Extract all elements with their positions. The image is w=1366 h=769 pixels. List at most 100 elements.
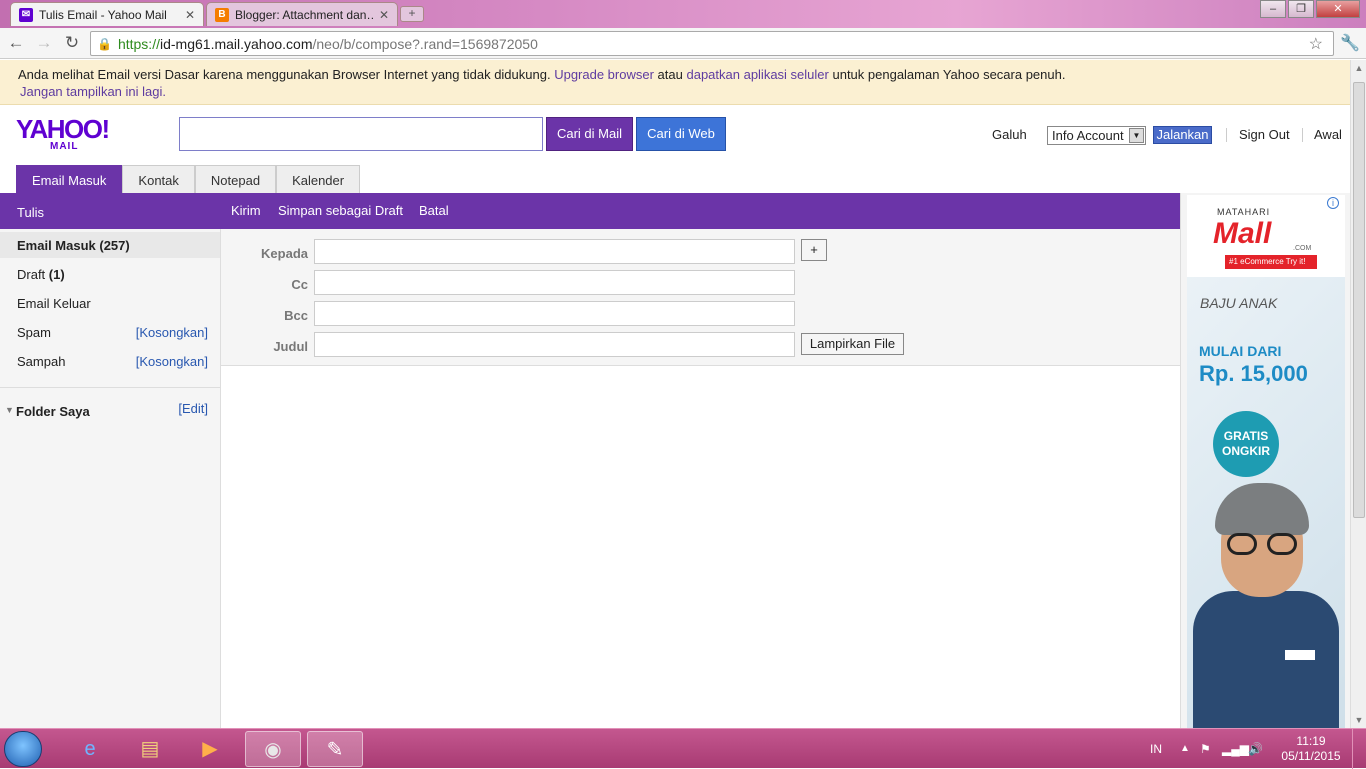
info-icon[interactable]: i [1327, 197, 1339, 209]
browser-titlebar: ✉ Tulis Email - Yahoo Mail ✕ B Blogger: … [0, 0, 1366, 28]
page-scrollbar[interactable]: ▲ ▼ [1350, 60, 1366, 728]
home-link[interactable]: Awal [1314, 125, 1342, 145]
subject-input[interactable] [314, 332, 795, 357]
internet-explorer-icon[interactable]: e [62, 731, 118, 767]
wrench-menu-icon[interactable]: 🔧 [1340, 33, 1360, 53]
lock-icon: 🔒 [97, 36, 112, 51]
compose-button[interactable]: Tulis [17, 205, 44, 220]
tab-title: Tulis Email - Yahoo Mail [39, 7, 167, 22]
mobile-app-link[interactable]: dapatkan aplikasi seluler [686, 67, 828, 82]
account-select[interactable]: Info Account ▼ [1047, 126, 1146, 145]
address-bar[interactable]: 🔒 https:// id-mg61.mail.yahoo.com /neo/b… [90, 31, 1334, 56]
file-explorer-icon[interactable]: ▤ [122, 731, 178, 767]
reload-icon[interactable]: ↻ [61, 33, 83, 53]
upgrade-browser-link[interactable]: Upgrade browser [554, 67, 654, 82]
url-path: /neo/b/compose?.rand=1569872050 [312, 35, 538, 52]
browser-tab-yahoo-mail[interactable]: ✉ Tulis Email - Yahoo Mail ✕ [10, 2, 204, 26]
folder-sidebar: Email Masuk (257) Draft (1) Email Keluar… [0, 229, 221, 728]
search-web-button[interactable]: Cari di Web [636, 117, 726, 151]
tab-inbox[interactable]: Email Masuk [16, 165, 123, 193]
ad-promo-line: GRATIS [1223, 429, 1269, 443]
to-label: Kepada [261, 246, 308, 261]
user-name[interactable]: Galuh [992, 125, 1027, 145]
folder-sent[interactable]: Email Keluar [17, 296, 91, 311]
windows-taskbar: e ▤ ▶ ◉ ✎ IN ▲ ⚑ ▂▄▆ 🔊 11:19 05/11/2015 [0, 728, 1366, 769]
yahoo-mail-logo[interactable]: YAHOO! MAIL [16, 116, 116, 152]
draft-count: (1) [48, 267, 65, 282]
cancel-button[interactable]: Batal [419, 203, 449, 218]
ad-header: MATAHARI Mall .COM #1 eCommerce Try it! … [1187, 195, 1345, 277]
signal-icon[interactable]: ▂▄▆ [1222, 729, 1249, 769]
go-button[interactable]: Jalankan [1153, 126, 1212, 144]
show-desktop-button[interactable] [1352, 729, 1366, 769]
back-arrow-icon[interactable]: ← [5, 33, 27, 53]
edit-folders-link[interactable]: [Edit] [178, 401, 208, 416]
forward-arrow-icon[interactable]: → [33, 33, 55, 53]
account-select-value: Info Account [1052, 128, 1124, 143]
bcc-input[interactable] [314, 301, 795, 326]
send-button[interactable]: Kirim [231, 203, 261, 218]
show-hidden-icons[interactable]: ▲ [1180, 729, 1190, 769]
chevron-down-icon[interactable]: ▼ [1129, 128, 1144, 143]
message-body-editor[interactable] [221, 366, 1180, 728]
close-icon[interactable]: ✕ [379, 8, 389, 22]
tab-contacts[interactable]: Kontak [122, 165, 195, 193]
cc-label: Cc [291, 277, 308, 292]
search-input[interactable] [179, 117, 543, 151]
bookmark-star-icon[interactable]: ☆ [1309, 34, 1323, 54]
ad-price: Rp. 15,000 [1199, 361, 1308, 386]
scroll-thumb[interactable] [1353, 82, 1365, 518]
maximize-button[interactable]: ❐ [1288, 0, 1314, 18]
paint-icon[interactable]: ✎ [307, 731, 363, 767]
folder-spam[interactable]: Spam [17, 325, 51, 340]
to-input[interactable] [314, 239, 795, 264]
ad-promo-badge: GRATIS ONGKIR [1213, 411, 1279, 477]
subject-label: Judul [273, 339, 308, 354]
ad-clothing-tag [1285, 650, 1315, 660]
tab-notepad[interactable]: Notepad [194, 165, 277, 193]
volume-icon[interactable]: 🔊 [1248, 729, 1263, 769]
ad-badge: #1 eCommerce Try it! [1225, 255, 1317, 269]
empty-trash-link[interactable]: [Kosongkan] [136, 354, 208, 369]
search-mail-button[interactable]: Cari di Mail [546, 117, 633, 151]
sign-out-link[interactable]: Sign Out [1239, 125, 1290, 145]
ad-from-label: MULAI DARI [1199, 343, 1282, 359]
main-tabs: Email Masuk Kontak Notepad Kalender [16, 165, 361, 193]
dismiss-notice-link[interactable]: Jangan tampilkan ini lagi. [20, 84, 166, 99]
notice-text: atau [657, 67, 683, 82]
matahari-mall-ad[interactable]: MATAHARI Mall .COM #1 eCommerce Try it! … [1187, 195, 1345, 728]
browser-tab-blogger[interactable]: B Blogger: Attachment dan… ✕ [206, 2, 398, 26]
scroll-down-arrow-icon[interactable]: ▼ [1351, 712, 1366, 728]
save-draft-button[interactable]: Simpan sebagai Draft [278, 203, 403, 218]
blogger-icon: B [215, 7, 229, 22]
url-host: id-mg61.mail.yahoo.com [159, 35, 313, 52]
scroll-up-arrow-icon[interactable]: ▲ [1351, 60, 1366, 76]
triangle-down-icon[interactable]: ▼ [5, 405, 14, 415]
system-clock[interactable]: 11:19 05/11/2015 [1280, 734, 1342, 764]
new-tab-button[interactable]: + [400, 6, 424, 22]
yahoo-mail-icon: ✉ [19, 7, 33, 22]
notice-text: untuk pengalaman Yahoo secara penuh. [832, 67, 1066, 82]
close-window-button[interactable]: ✕ [1316, 0, 1360, 18]
ad-brand: Mall [1213, 217, 1272, 250]
media-player-icon[interactable]: ▶ [182, 731, 238, 767]
input-language[interactable]: IN [1150, 729, 1162, 769]
page-content: Anda melihat Email versi Dasar karena me… [0, 60, 1350, 728]
network-icon[interactable]: ⚑ [1200, 729, 1211, 769]
minimize-button[interactable]: – [1260, 0, 1286, 18]
attach-file-button[interactable]: Lampirkan File [801, 333, 904, 355]
folder-inbox[interactable]: Email Masuk (257) [17, 238, 130, 253]
empty-spam-link[interactable]: [Kosongkan] [136, 325, 208, 340]
tab-calendar[interactable]: Kalender [276, 165, 361, 193]
start-button[interactable] [4, 731, 42, 767]
ad-column: MATAHARI Mall .COM #1 eCommerce Try it! … [1180, 193, 1350, 728]
folder-draft[interactable]: Draft (1) [17, 267, 65, 282]
unsupported-browser-notice: Anda melihat Email versi Dasar karena me… [0, 60, 1350, 105]
cc-input[interactable] [314, 270, 795, 295]
folder-trash[interactable]: Sampah [17, 354, 65, 369]
url-protocol: https:// [117, 35, 160, 52]
close-icon[interactable]: ✕ [185, 8, 195, 22]
my-folders-heading[interactable]: Folder Saya [16, 404, 90, 419]
add-recipient-button[interactable]: + [801, 239, 827, 261]
chrome-icon[interactable]: ◉ [245, 731, 301, 767]
